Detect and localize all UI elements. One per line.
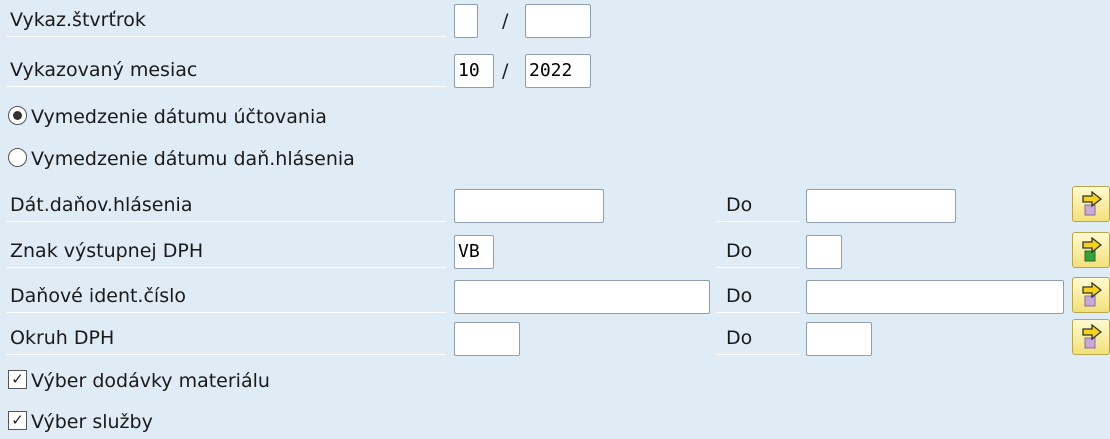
vat-area-from-input[interactable] — [454, 322, 520, 356]
month-input[interactable]: 10 — [454, 54, 494, 88]
vat-area-to-label: Do — [716, 322, 800, 355]
tax-id-label: Daňové ident.číslo — [6, 280, 446, 313]
multiple-selection-arrow-icon — [1082, 324, 1102, 349]
checkbox-material-delivery-label: Výber dodávky materiálu — [31, 370, 270, 392]
multiple-selection-arrow-icon — [1082, 282, 1102, 307]
row-tax-id-range: Daňové ident.číslo Do — [0, 276, 1110, 316]
output-vat-from-input[interactable]: VB — [454, 235, 494, 269]
output-vat-to-input[interactable] — [806, 235, 842, 269]
quarter-label: Vykaz.štvrťrok — [6, 4, 446, 37]
output-vat-multiselect-button[interactable] — [1072, 232, 1110, 268]
row-vat-area-range: Okruh DPH Do — [0, 318, 1110, 358]
month-year-input[interactable]: 2022 — [525, 54, 591, 88]
tax-report-date-from-input[interactable] — [454, 189, 604, 223]
radio-tax-report-date[interactable]: Vymedzenie dátumu daň.hlásenia — [8, 142, 355, 176]
checkbox-service-label: Výber služby — [31, 411, 153, 433]
multiple-selection-arrow-icon — [1082, 191, 1102, 216]
vat-area-label: Okruh DPH — [6, 322, 446, 355]
checkbox-material-delivery[interactable]: ✓ Výber dodávky materiálu — [8, 364, 270, 398]
quarter-input[interactable] — [454, 4, 478, 38]
checkbox-service[interactable]: ✓ Výber služby — [8, 405, 153, 439]
checkbox-checked-icon[interactable]: ✓ — [8, 370, 27, 389]
row-tax-report-date-range: Dát.daňov.hlásenia Do — [0, 185, 1110, 225]
checkbox-checked-icon[interactable]: ✓ — [8, 411, 27, 430]
output-vat-label: Znak výstupnej DPH — [6, 235, 446, 268]
multiple-selection-arrow-icon — [1082, 237, 1102, 262]
quarter-year-input[interactable] — [525, 4, 591, 38]
quarter-separator: / — [502, 10, 509, 32]
radio-tax-report-date-label: Vymedzenie dátumu daň.hlásenia — [31, 148, 355, 170]
radio-posting-date-label: Vymedzenie dátumu účtovania — [31, 106, 327, 128]
output-vat-to-label: Do — [716, 235, 800, 268]
tax-report-date-to-input[interactable] — [806, 189, 956, 223]
month-separator: / — [502, 60, 509, 82]
radio-posting-date[interactable]: Vymedzenie dátumu účtovania — [8, 100, 327, 134]
row-quarter: Vykaz.štvrťrok / — [0, 0, 1110, 40]
tax-id-from-input[interactable] — [454, 280, 710, 314]
tax-id-multiselect-button[interactable] — [1072, 277, 1110, 313]
tax-report-date-to-label: Do — [716, 189, 800, 222]
tax-report-date-multiselect-button[interactable] — [1072, 186, 1110, 222]
radio-selected-icon[interactable] — [8, 106, 27, 125]
row-output-vat-range: Znak výstupnej DPH VB Do — [0, 231, 1110, 271]
radio-unselected-icon[interactable] — [8, 148, 27, 167]
month-label: Vykazovaný mesiac — [6, 54, 446, 87]
vat-area-multiselect-button[interactable] — [1072, 319, 1110, 355]
tax-id-to-label: Do — [716, 280, 800, 313]
tax-id-to-input[interactable] — [806, 280, 1064, 314]
tax-report-date-label: Dát.daňov.hlásenia — [6, 189, 446, 222]
row-month: Vykazovaný mesiac 10 / 2022 — [0, 50, 1110, 90]
vat-area-to-input[interactable] — [806, 322, 872, 356]
